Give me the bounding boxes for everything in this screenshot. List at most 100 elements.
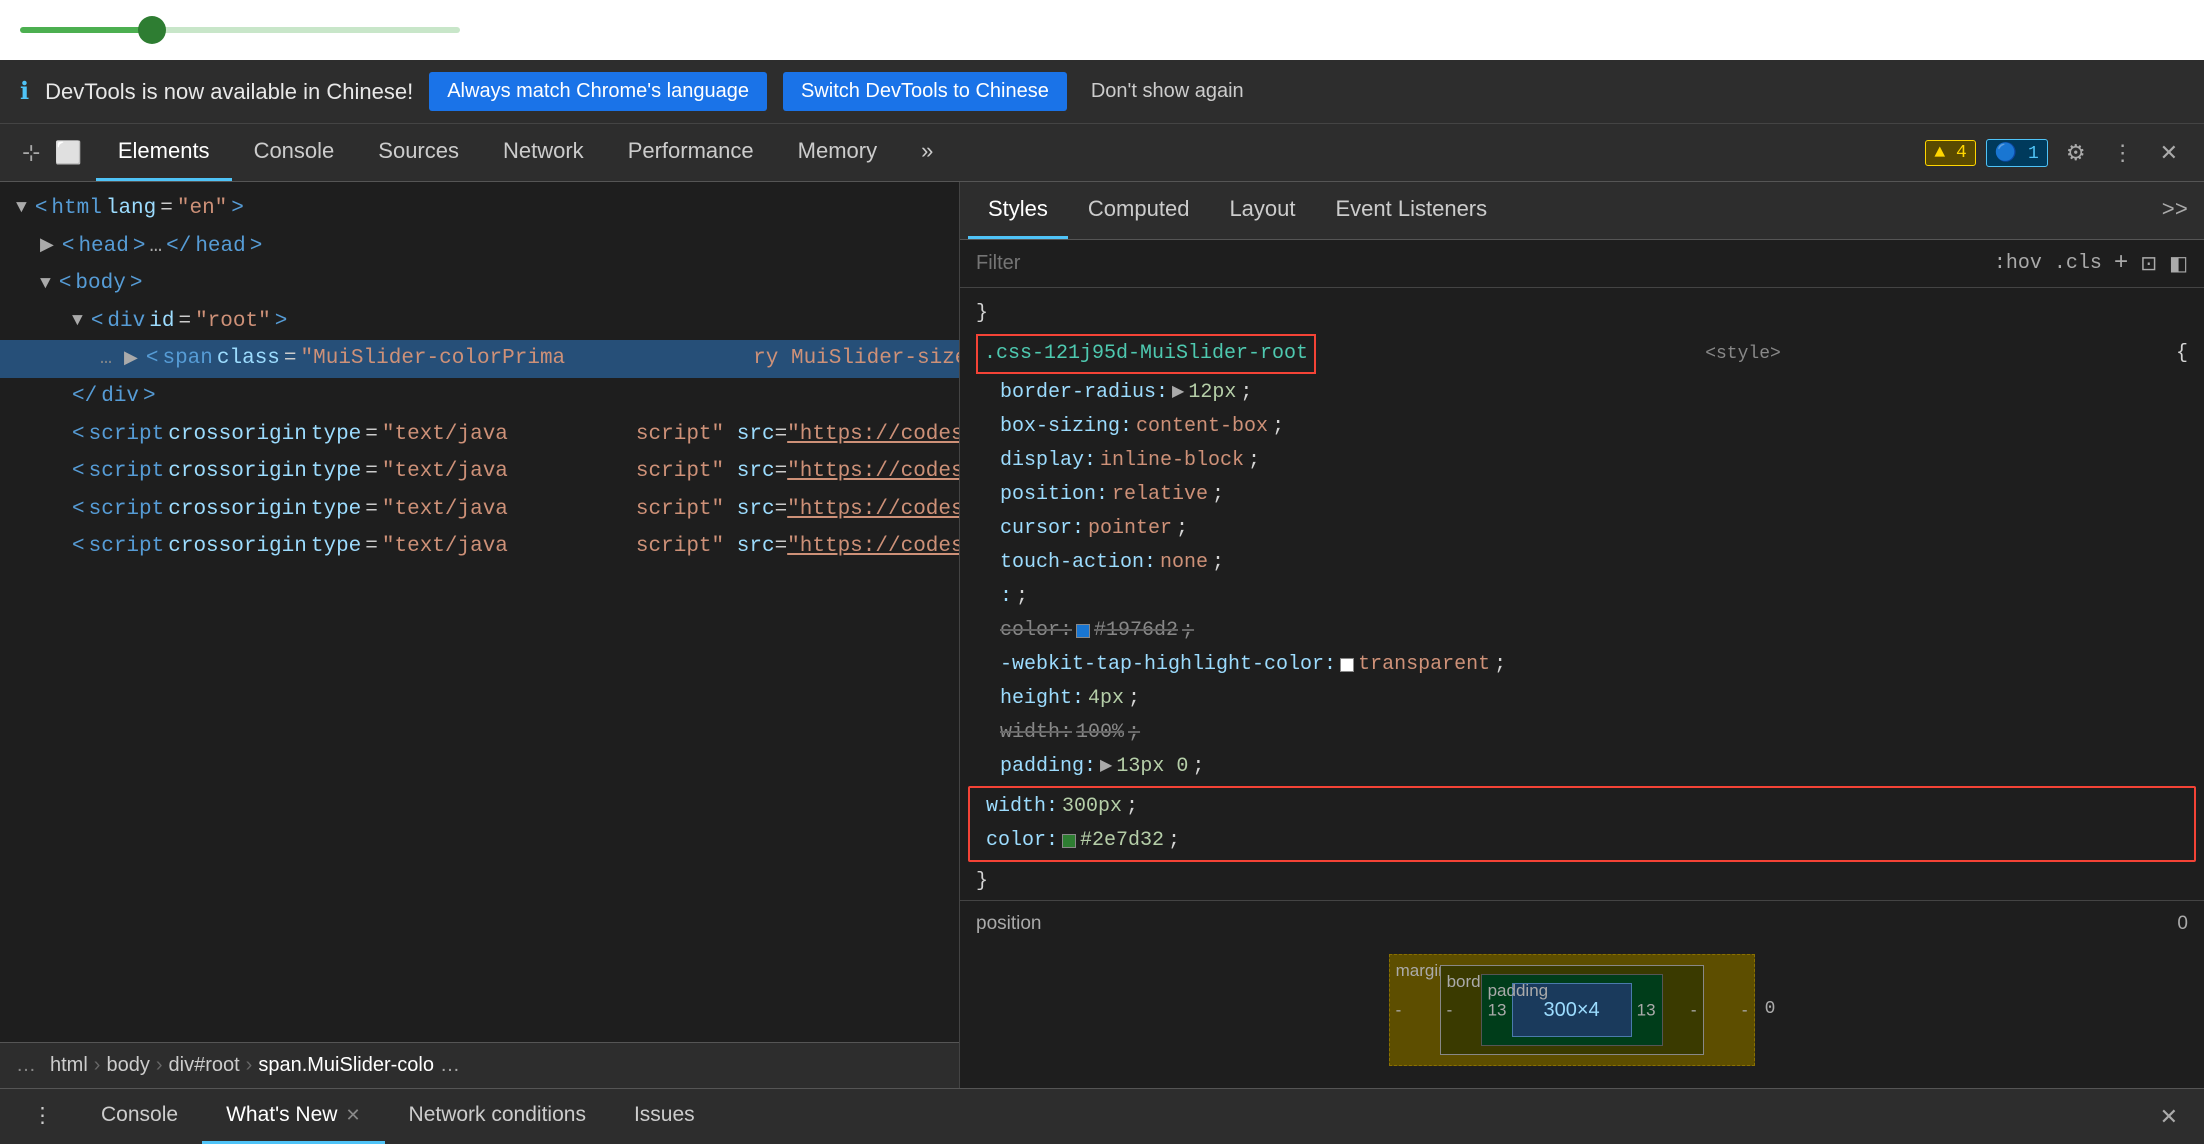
tab-more[interactable]: » — [899, 124, 955, 181]
toggle-element-state-button[interactable]: ◧ — [2169, 251, 2188, 276]
notification-text: DevTools is now available in Chinese! — [45, 79, 413, 105]
dom-tree[interactable]: ▼ <html lang="en" > ▶ <head> … </head> ▼… — [0, 182, 959, 1042]
arrow-icon: ▶ — [1172, 380, 1184, 406]
css-rule-box-sizing[interactable]: box-sizing: content-box ; — [960, 410, 2204, 444]
close-devtools-button[interactable]: ✕ — [2152, 136, 2186, 170]
position-label: position — [976, 909, 1042, 939]
styles-panel: Styles Computed Layout Event Listeners >… — [960, 182, 2204, 1088]
bottom-tab-whats-new[interactable]: What's New ✕ — [202, 1089, 384, 1144]
slider-track — [20, 27, 460, 33]
slider-thumb[interactable] — [138, 16, 166, 44]
dismiss-notification[interactable]: Don't show again — [1091, 80, 1244, 103]
tab-memory[interactable]: Memory — [776, 124, 899, 181]
bottom-tab-network-conditions[interactable]: Network conditions — [385, 1089, 610, 1144]
collapse-arrow-head[interactable]: ▶ — [40, 232, 54, 261]
collapse-arrow-body[interactable]: ▼ — [40, 270, 51, 299]
tab-elements[interactable]: Elements — [96, 124, 232, 181]
styles-more-tabs[interactable]: >> — [2162, 198, 2188, 223]
tabs-right-group: ▲ 4 🔵 1 ⚙ ⋮ ✕ — [1925, 124, 2196, 181]
dom-line-script1[interactable]: <script crossorigin type="text/java scri… — [0, 416, 959, 454]
bottom-right-group: ✕ — [2150, 1089, 2196, 1144]
bottom-tab-console[interactable]: Console — [77, 1089, 202, 1144]
css-rule-color-2e7d32[interactable]: color: #2e7d32 ; — [978, 824, 2186, 858]
css-rule-width-100-strikethrough[interactable]: width: 100% ; — [960, 716, 2204, 750]
tab-event-listeners[interactable]: Event Listeners — [1316, 182, 1508, 239]
tab-network[interactable]: Network — [481, 124, 606, 181]
inspect-element-button[interactable]: ⊹ — [18, 136, 44, 170]
css-rule-position[interactable]: position: relative ; — [960, 478, 2204, 512]
dom-line-div-close[interactable]: </div> — [0, 378, 959, 416]
match-language-button[interactable]: Always match Chrome's language — [429, 72, 767, 111]
css-rules-panel[interactable]: } .css-121j95d-MuiSlider-root <style> { … — [960, 288, 2204, 1088]
box-model-diagram: margin - - border - - padding 13 13 — [976, 947, 2188, 1072]
breadcrumb-body[interactable]: body — [106, 1054, 149, 1077]
tab-sources[interactable]: Sources — [356, 124, 481, 181]
css-close-brace: } — [960, 864, 2204, 900]
color-swatch-2e7d32 — [1062, 834, 1076, 848]
dom-line-script4[interactable]: <script crossorigin type="text/java scri… — [0, 528, 959, 566]
breadcrumb-div-root[interactable]: div#root — [169, 1054, 240, 1077]
bottom-tab-three-dots[interactable]: ⋮ — [8, 1089, 77, 1144]
dom-line-div-root[interactable]: ▼ <div id="root" > — [0, 303, 959, 341]
css-rule-display[interactable]: display: inline-block ; — [960, 444, 2204, 478]
close-whats-new-tab[interactable]: ✕ — [345, 1105, 360, 1126]
dom-panel: ▼ <html lang="en" > ▶ <head> … </head> ▼… — [0, 182, 960, 1088]
css-prev-close-brace: } — [960, 296, 2204, 332]
tab-console[interactable]: Console — [232, 124, 357, 181]
settings-button[interactable]: ⚙ — [2058, 136, 2094, 170]
device-toolbar-button[interactable]: ⬜ — [50, 136, 85, 170]
breadcrumb-span[interactable]: span.MuiSlider-colo — [258, 1054, 434, 1077]
css-selector[interactable]: .css-121j95d-MuiSlider-root — [976, 334, 1316, 374]
main-tabs-bar: ⊹ ⬜ Elements Console Sources Network Per… — [0, 124, 2204, 182]
tab-styles[interactable]: Styles — [968, 182, 1068, 239]
breadcrumb-html[interactable]: html — [50, 1054, 88, 1077]
breadcrumb-more-dots[interactable]: … — [16, 1054, 36, 1077]
css-rule-height[interactable]: height: 4px ; — [960, 682, 2204, 716]
box-model-header: position 0 — [976, 909, 2188, 939]
warning-badge[interactable]: ▲ 4 — [1925, 140, 1975, 166]
css-rule-color-strikethrough[interactable]: color: #1976d2 ; — [960, 614, 2204, 648]
tab-layout[interactable]: Layout — [1209, 182, 1315, 239]
styles-tabs-bar: Styles Computed Layout Event Listeners >… — [960, 182, 2204, 240]
tab-computed[interactable]: Computed — [1068, 182, 1210, 239]
css-rule-width-300[interactable]: width: 300px ; — [978, 790, 2186, 824]
dom-line-head[interactable]: ▶ <head> … </head> — [0, 228, 959, 266]
collapse-arrow-span[interactable]: ▶ — [124, 345, 138, 374]
css-rule-border-radius[interactable]: border-radius: ▶ 12px ; — [960, 376, 2204, 410]
devtools-panel: ℹ DevTools is now available in Chinese! … — [0, 60, 2204, 1144]
css-rule-header: .css-121j95d-MuiSlider-root <style> { — [960, 332, 2204, 376]
dom-breadcrumb: … html › body › div#root › span.MuiSlide… — [0, 1042, 959, 1088]
dom-line-span-selected[interactable]: … ▶ <span class="MuiSlider-colorPrima ry… — [0, 340, 959, 378]
switch-chinese-button[interactable]: Switch DevTools to Chinese — [783, 72, 1067, 111]
pseudo-classes-button[interactable]: :hov — [1994, 252, 2042, 275]
bottom-tab-issues[interactable]: Issues — [610, 1089, 719, 1144]
dom-line-html[interactable]: ▼ <html lang="en" > — [0, 190, 959, 228]
dom-line-script2[interactable]: <script crossorigin type="text/java scri… — [0, 453, 959, 491]
css-rule-webkit-tap[interactable]: -webkit-tap-highlight-color: transparent… — [960, 648, 2204, 682]
more-options-button[interactable]: ⋮ — [2104, 136, 2142, 170]
css-rule-cursor[interactable]: cursor: pointer ; — [960, 512, 2204, 546]
info-badge[interactable]: 🔵 1 — [1986, 139, 2048, 167]
collapse-arrow[interactable]: ▼ — [16, 194, 27, 223]
css-open-brace: { — [2176, 338, 2188, 370]
css-highlighted-box: width: 300px ; color: #2e7d32 ; — [968, 786, 2196, 862]
cls-button[interactable]: .cls — [2054, 252, 2102, 275]
color-swatch-white — [1340, 658, 1354, 672]
styles-filter-input[interactable] — [976, 252, 1982, 275]
close-bottom-panel-button[interactable]: ✕ — [2150, 1100, 2188, 1134]
dom-line-body[interactable]: ▼ <body> — [0, 265, 959, 303]
css-rule-empty[interactable]: : ; — [960, 580, 2204, 614]
tab-performance[interactable]: Performance — [606, 124, 776, 181]
css-source-link[interactable]: <style> — [1705, 340, 1781, 369]
new-style-rule-button[interactable]: ⊡ — [2140, 251, 2157, 276]
color-swatch-1976d2 — [1076, 624, 1090, 638]
position-value: 0 — [2177, 909, 2188, 939]
css-rule-padding[interactable]: padding: ▶ 13px 0 ; — [960, 750, 2204, 784]
info-icon: ℹ — [20, 77, 29, 107]
box-model-section: position 0 margin - - border - - — [960, 900, 2204, 1080]
styles-filter-bar: :hov .cls + ⊡ ◧ — [960, 240, 2204, 288]
css-rule-touch-action[interactable]: touch-action: none ; — [960, 546, 2204, 580]
add-style-button[interactable]: + — [2114, 250, 2128, 277]
dom-line-script3[interactable]: <script crossorigin type="text/java scri… — [0, 491, 959, 529]
collapse-arrow-div[interactable]: ▼ — [72, 307, 83, 336]
